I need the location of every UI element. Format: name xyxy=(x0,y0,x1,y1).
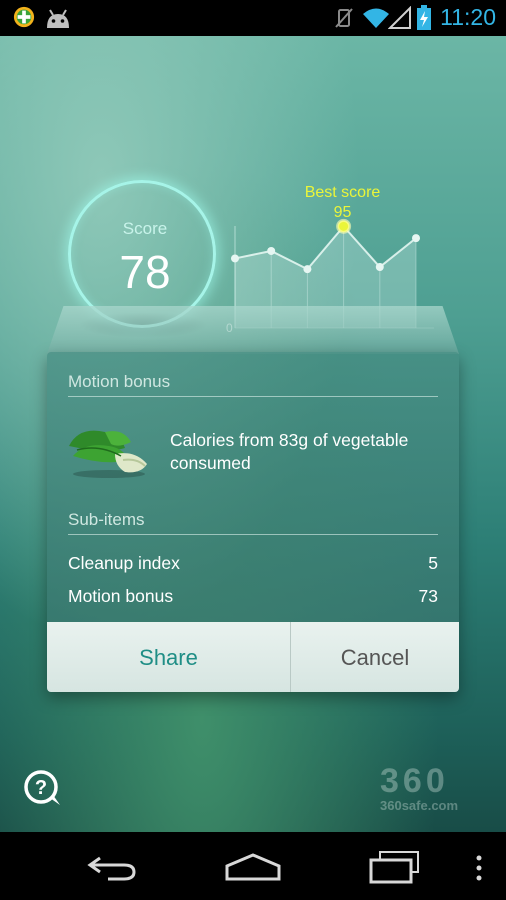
score-details-dialog: Motion bonus Calories from 83g of vegeta… xyxy=(47,352,459,692)
svg-text:?: ? xyxy=(35,777,47,799)
chart-point xyxy=(303,265,312,274)
chart-point xyxy=(412,234,420,243)
motion-bonus-item-text: Calories from 83g of vegetable consumed xyxy=(170,430,409,473)
plus-badge-icon xyxy=(13,6,35,28)
score-value: 78 xyxy=(119,246,171,298)
status-bar: 11:20 xyxy=(0,0,506,36)
cancel-button[interactable]: Cancel xyxy=(291,622,459,692)
chart-best-point xyxy=(336,218,352,234)
chart-point xyxy=(231,254,239,263)
dialog-top-bevel xyxy=(47,306,459,354)
score-ring: Score 78 xyxy=(68,180,216,328)
navigation-bar xyxy=(0,832,506,900)
home-icon[interactable] xyxy=(224,852,282,882)
status-clock: 11:20 xyxy=(440,4,496,30)
chart-point xyxy=(375,263,384,272)
battery-charging-icon xyxy=(417,5,431,30)
help-icon[interactable]: ? xyxy=(22,768,64,808)
back-icon[interactable] xyxy=(86,852,138,882)
watermark-logo: 360 xyxy=(380,762,449,800)
wifi-icon xyxy=(363,8,389,28)
sub-item-label: Motion bonus xyxy=(68,586,174,606)
signal-icon xyxy=(388,6,411,29)
sub-item-value: 5 xyxy=(428,553,438,573)
chart-point xyxy=(267,246,276,255)
score-label: Score xyxy=(122,219,168,238)
overflow-menu-icon[interactable] xyxy=(474,854,484,882)
sub-item-row: Motion bonus 73 xyxy=(68,586,438,607)
bok-choy-icon xyxy=(69,430,147,478)
sub-item-label: Cleanup index xyxy=(68,553,180,573)
app-screen: 11:20 Score 78 Best score 95 0 Motion bo… xyxy=(0,0,506,900)
sub-items-heading: Sub-items xyxy=(68,510,438,535)
vibrate-off-icon xyxy=(335,8,353,28)
sub-item-value: 73 xyxy=(418,586,438,606)
watermark-url: 360safe.com xyxy=(380,798,459,813)
recent-apps-icon[interactable] xyxy=(368,850,422,884)
android-icon xyxy=(47,9,69,28)
sub-item-row: Cleanup index 5 xyxy=(68,553,438,574)
share-button[interactable]: Share xyxy=(47,622,290,692)
motion-bonus-heading: Motion bonus xyxy=(68,372,438,397)
dialog-button-bar: Share Cancel xyxy=(47,622,459,692)
